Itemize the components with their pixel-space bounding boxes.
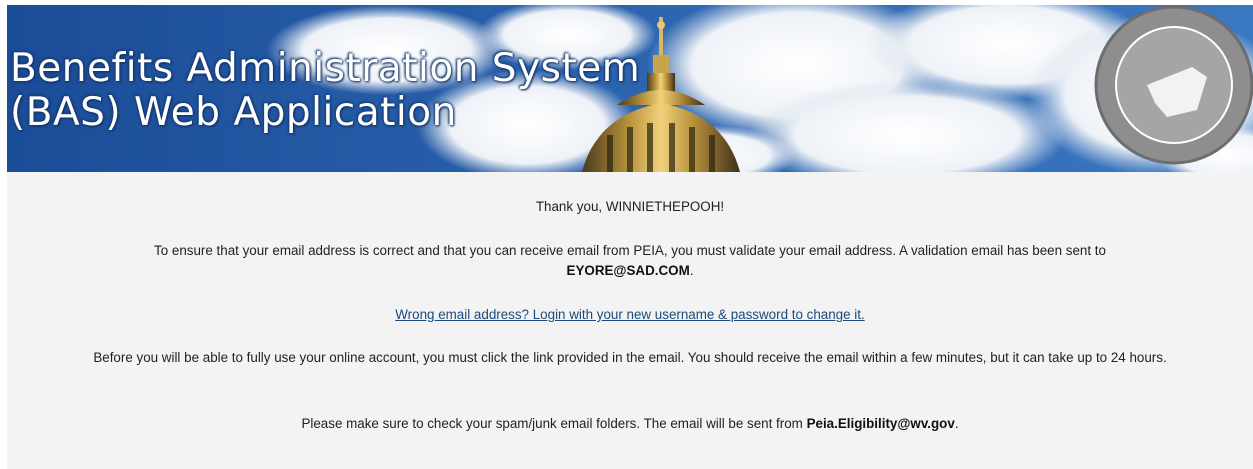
- wrong-email-row: Wrong email address? Login with your new…: [7, 305, 1253, 325]
- wrong-email-link[interactable]: Wrong email address? Login with your new…: [395, 307, 864, 322]
- app-title-line1: Benefits Administration System: [10, 46, 641, 91]
- validation-text: To ensure that your email address is cor…: [154, 243, 1106, 258]
- peia-seal-icon: [1094, 5, 1253, 165]
- app-title-line2: (BAS) Web Application: [10, 90, 457, 135]
- spam-notice: Please make sure to check your spam/junk…: [7, 414, 1253, 434]
- app-title: Benefits Administration System (BAS) Web…: [10, 47, 640, 135]
- sender-email: Peia.Eligibility@wv.gov: [806, 416, 955, 431]
- registered-email: EYORE@SAD.COM: [566, 263, 690, 278]
- spam-text: Please make sure to check your spam/junk…: [301, 416, 803, 431]
- header-banner: Benefits Administration System (BAS) Web…: [7, 5, 1253, 172]
- sender-period: .: [954, 416, 959, 431]
- greeting-text: Thank you, WINNIETHEPOOH!: [535, 199, 725, 214]
- validation-paragraph: To ensure that your email address is cor…: [27, 241, 1233, 281]
- confirmation-panel: Thank you, WINNIETHEPOOH! To ensure that…: [7, 172, 1253, 469]
- email-period: .: [689, 263, 694, 278]
- instructions-text: Before you will be able to fully use you…: [93, 350, 1167, 365]
- page: Benefits Administration System (BAS) Web…: [0, 0, 1253, 469]
